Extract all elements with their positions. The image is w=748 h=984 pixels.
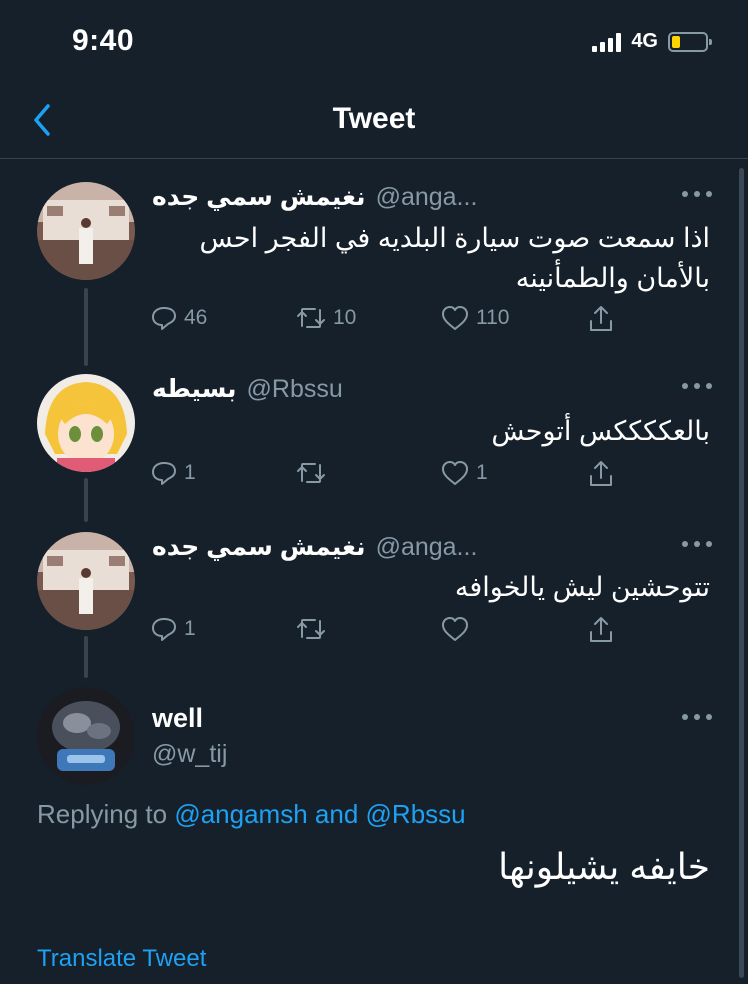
avatar[interactable] [37, 374, 135, 472]
like-button[interactable] [440, 615, 476, 643]
like-button[interactable]: 110 [440, 304, 509, 332]
like-icon [442, 306, 468, 330]
more-icon[interactable] [682, 383, 712, 391]
retweet-icon [297, 308, 325, 328]
share-button[interactable] [587, 615, 615, 645]
retweet-button[interactable] [295, 459, 333, 487]
mention-conjunction: and [314, 799, 359, 829]
display-name[interactable]: well [152, 703, 203, 734]
tweet-actions: 1 [150, 615, 620, 649]
display-name[interactable]: بسيطه [152, 374, 237, 404]
reply-button[interactable]: 1 [150, 615, 196, 643]
share-icon [590, 617, 612, 642]
tweet-header: بسيطه @Rbssu [152, 374, 343, 404]
tweet-text: بالعككككس أتوحش [491, 416, 710, 446]
user-handle[interactable]: @Rbssu [247, 375, 343, 404]
mention-link[interactable]: @Rbssu [366, 799, 466, 829]
like-count: 110 [476, 306, 510, 329]
thread-connector [84, 288, 88, 366]
status-time: 9:40 [72, 24, 135, 57]
mention-link[interactable]: @angamsh [174, 799, 307, 829]
replying-to: Replying to @angamsh and @Rbssu [37, 799, 466, 830]
network-type: 4G [631, 30, 658, 52]
reply-count: 46 [184, 306, 208, 329]
thread-connector [84, 478, 88, 522]
tweet-text: اذا سمعت صوت سيارة البلديه في الفجر احس … [199, 223, 711, 293]
retweet-icon [297, 463, 325, 483]
retweet-button[interactable]: 10 [295, 304, 356, 332]
reply-icon [152, 618, 176, 641]
like-count: 1 [476, 461, 488, 484]
share-icon [590, 461, 612, 486]
tweet-actions: 46 10 110 [150, 304, 620, 338]
like-button[interactable]: 1 [440, 459, 488, 487]
nav-divider [0, 158, 748, 159]
retweet-button[interactable] [295, 615, 333, 643]
avatar[interactable] [37, 182, 135, 280]
avatar[interactable] [37, 687, 135, 785]
more-icon[interactable] [682, 714, 712, 722]
tweet-header: نغيمش سمي جده @anga... [152, 532, 477, 562]
reply-count: 1 [184, 461, 196, 484]
page-title: Tweet [332, 102, 416, 135]
more-icon[interactable] [682, 541, 712, 549]
scrollbar[interactable] [739, 168, 744, 978]
reply-icon [152, 307, 176, 330]
retweet-icon [297, 619, 325, 639]
retweet-count: 10 [333, 306, 357, 329]
tweet-header: نغيمش سمي جده @anga... [152, 182, 477, 212]
reply-button[interactable]: 1 [150, 459, 196, 487]
thread-connector [84, 636, 88, 678]
share-icon [590, 306, 612, 331]
battery-icon [668, 31, 712, 52]
replying-prefix: Replying to [37, 799, 168, 829]
status-indicators: 4G [592, 30, 712, 53]
user-handle[interactable]: @w_tij [152, 740, 227, 769]
tweet-detail-screen: 9:40 4G Tweet نغيمش سمي جده @anga... اذا… [0, 0, 748, 984]
like-icon [442, 461, 468, 485]
share-button[interactable] [587, 304, 615, 334]
display-name[interactable]: نغيمش سمي جده [152, 532, 366, 562]
avatar[interactable] [37, 532, 135, 630]
user-handle[interactable]: @anga... [376, 183, 478, 212]
reply-icon [152, 462, 176, 485]
display-name[interactable]: نغيمش سمي جده [152, 182, 366, 212]
tweet-text: تتوحشين ليش يالخوافه [454, 572, 710, 602]
reply-button[interactable]: 46 [150, 304, 207, 332]
signal-icon [592, 32, 622, 52]
user-handle[interactable]: @anga... [376, 533, 478, 562]
share-button[interactable] [587, 459, 615, 489]
translate-tweet-link[interactable]: Translate Tweet [37, 945, 206, 973]
reply-count: 1 [184, 617, 196, 640]
tweet-actions: 1 1 [150, 459, 620, 493]
more-icon[interactable] [682, 191, 712, 199]
tweet-text: خايفه يشيلونها [498, 846, 710, 887]
like-icon [442, 617, 468, 641]
